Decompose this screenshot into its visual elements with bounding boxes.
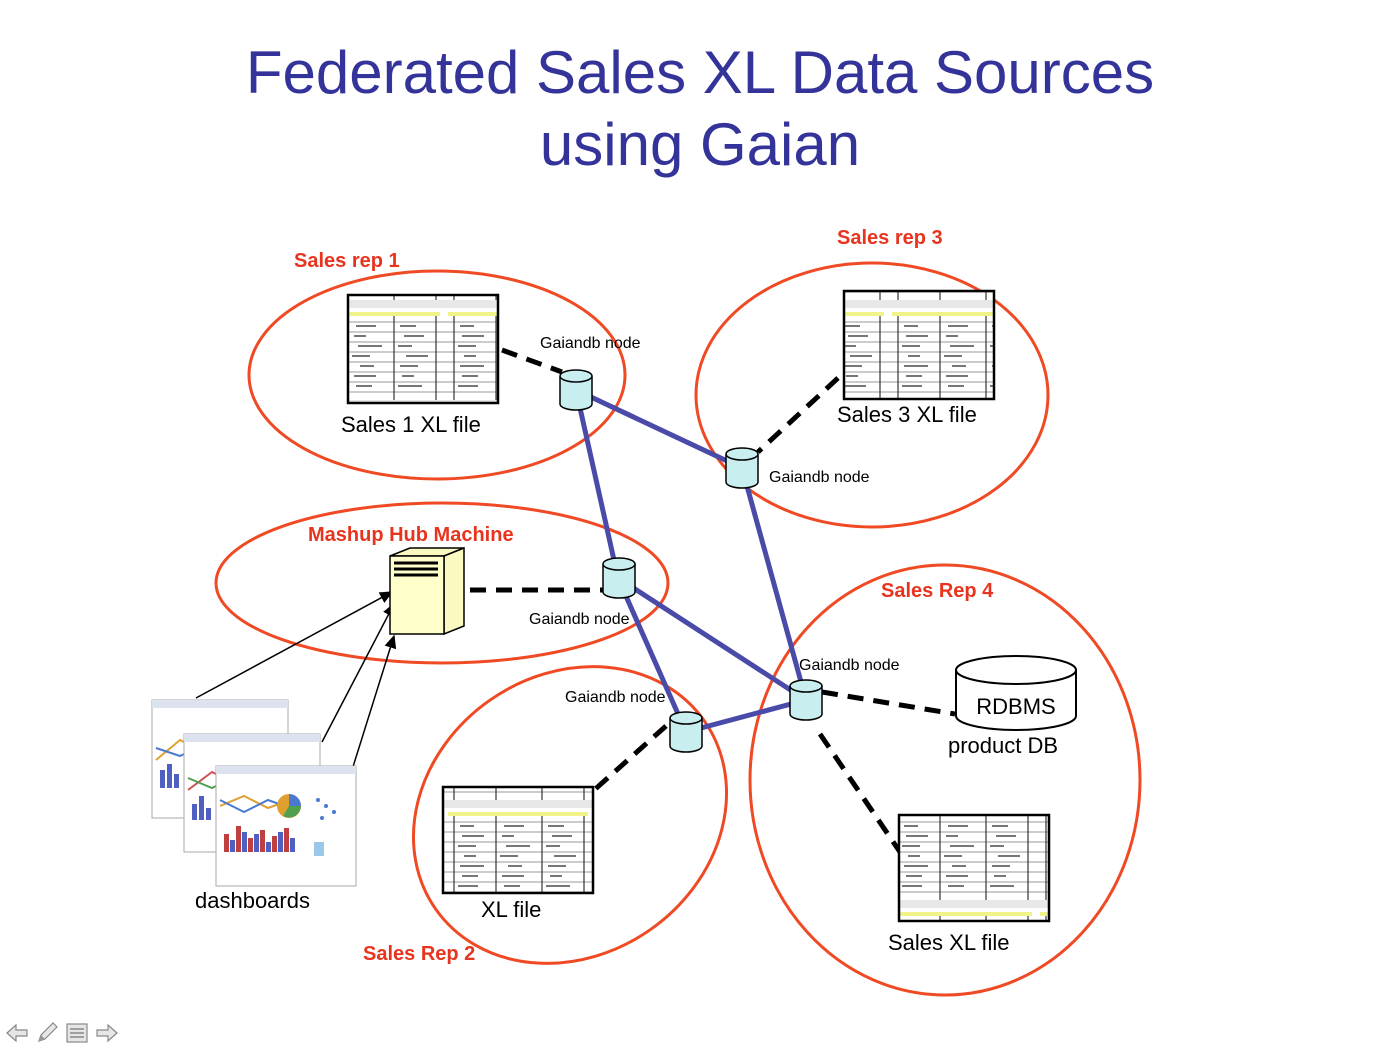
- xl-file-spreadsheet[interactable]: [441, 785, 595, 895]
- gaian-node-3-label: Gaiandb node: [769, 469, 870, 486]
- sales-rep-3-label: Sales rep 3: [837, 227, 943, 249]
- sales-1-file-label: Sales 1 XL file: [341, 412, 481, 437]
- sales-xl-file-label: Sales XL file: [888, 930, 1010, 955]
- gaian-node-3-icon[interactable]: [725, 447, 759, 489]
- xl-file-label: XL file: [481, 897, 542, 922]
- sales-rep-2-label: Sales Rep 2: [363, 943, 476, 965]
- gaian-node-1-label: Gaiandb node: [540, 335, 641, 352]
- gaian-node-2-icon[interactable]: [669, 711, 703, 753]
- server-icon[interactable]: [389, 546, 465, 636]
- sales-3-spreadsheet[interactable]: [842, 289, 996, 401]
- gaian-node-2-label: Gaiandb node: [565, 689, 666, 706]
- sales-rep-4-label: Sales Rep 4: [881, 580, 994, 602]
- menu-icon[interactable]: [64, 1020, 90, 1046]
- product-db-label: product DB: [948, 733, 1059, 758]
- mashup-hub-label: Mashup Hub Machine: [308, 524, 514, 546]
- sales-xl-spreadsheet[interactable]: [897, 813, 1051, 923]
- gaian-node-1-icon[interactable]: [559, 369, 593, 411]
- slide-navigation: [4, 1020, 120, 1048]
- dashboards-stack[interactable]: [151, 699, 357, 887]
- rdbms-label: RDBMS: [976, 694, 1056, 719]
- sales-rep-1-label: Sales rep 1: [294, 250, 400, 272]
- sales-3-file-label: Sales 3 XL file: [837, 402, 977, 427]
- gaian-node-hub-icon[interactable]: [602, 557, 636, 599]
- gaian-node-4-icon[interactable]: [789, 679, 823, 721]
- arrow-right-icon[interactable]: [94, 1020, 120, 1046]
- gaian-node-4-label: Gaiandb node: [799, 657, 900, 674]
- dashboards-label: dashboards: [195, 888, 310, 913]
- gaian-node-hub-label: Gaiandb node: [529, 611, 630, 628]
- pencil-icon[interactable]: [34, 1020, 60, 1046]
- sales-1-spreadsheet[interactable]: [346, 293, 500, 405]
- arrow-left-icon[interactable]: [4, 1020, 30, 1046]
